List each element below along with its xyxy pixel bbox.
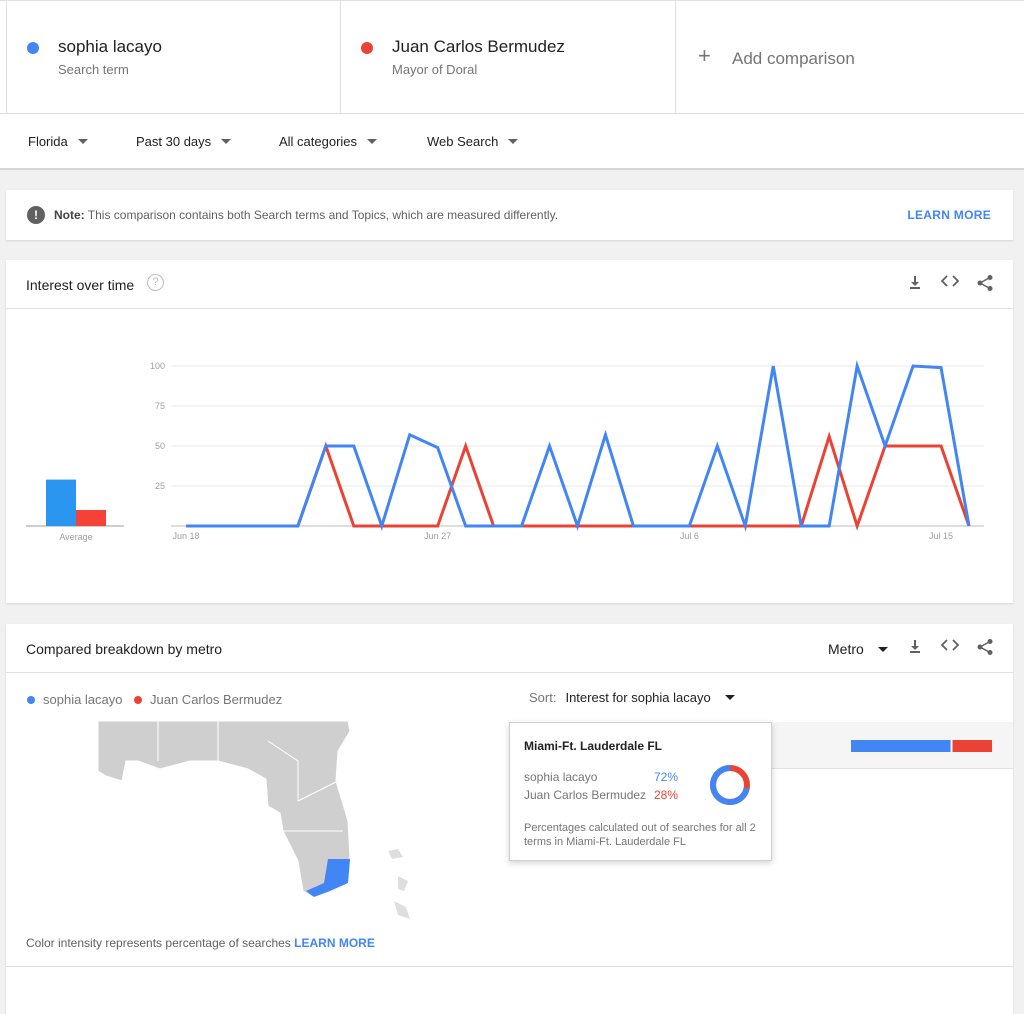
caret-down-icon (221, 139, 232, 144)
caret-down-icon (877, 646, 888, 652)
region-filter-label: Florida (28, 134, 68, 149)
add-comparison-button[interactable]: + Add comparison (676, 1, 1024, 113)
florida-map[interactable] (98, 721, 428, 921)
metro-dropdown[interactable]: Metro (828, 641, 888, 657)
sort-dropdown[interactable]: Sort: Interest for sophia lacayo (529, 690, 735, 705)
bahamas-islands (388, 849, 410, 919)
category-filter[interactable]: All categories (279, 134, 378, 149)
average-bars: Average (26, 479, 124, 542)
legend-item-term-1: sophia lacayo (27, 692, 123, 707)
comparison-note-card: ! Note: This comparison contains both Se… (6, 190, 1013, 240)
tooltip-term-1-pct: 72% (654, 770, 679, 784)
share-icon[interactable] (975, 274, 995, 294)
y-tick-label: 50 (155, 441, 165, 451)
y-tick-label: 100 (150, 361, 165, 371)
divider (6, 966, 1013, 967)
metro-tooltip: Miami-Ft. Lauderdale FL sophia lacayo 72… (509, 722, 772, 861)
tooltip-title: Miami-Ft. Lauderdale FL (524, 739, 663, 753)
term-card-2[interactable]: Juan Carlos Bermudez Mayor of Doral (341, 1, 676, 113)
map-note-text: Color intensity represents percentage of… (26, 936, 295, 950)
term-1-name[interactable]: sophia lacayo (58, 37, 162, 57)
embed-icon[interactable] (940, 638, 960, 658)
sort-value: Interest for sophia lacayo (565, 690, 711, 705)
download-icon[interactable] (905, 274, 925, 294)
x-tick-label: Jun 18 (172, 531, 199, 541)
legend-dot (134, 695, 142, 704)
tooltip-term-2-pct: 28% (654, 788, 679, 802)
interest-over-time-card: Interest over time ? Average 25 50 75 100 J… (6, 260, 1013, 603)
caret-down-icon (367, 139, 378, 144)
florida-land (98, 721, 351, 898)
exclamation-icon: ! (27, 206, 45, 224)
caret-down-icon (77, 139, 88, 144)
time-range-filter[interactable]: Past 30 days (136, 134, 232, 149)
legend-item-term-2: Juan Carlos Bermudez (134, 692, 282, 707)
plus-icon: + (698, 43, 711, 68)
term-2-type: Mayor of Doral (392, 62, 478, 77)
sort-label: Sort: (529, 690, 557, 705)
interest-over-time-chart: Average 25 50 75 100 Jun 18 Jun 27 Jul 6 Jul 1… (26, 360, 984, 542)
question-icon[interactable]: ? (147, 274, 164, 291)
interest-over-time-header: Interest over time ? (6, 260, 1013, 309)
tooltip-footer: Percentages calculated out of searches f… (524, 822, 756, 848)
x-tick-label: Jul 6 (680, 531, 699, 541)
map-learn-more-link[interactable]: LEARN MORE (294, 936, 375, 950)
metro-dropdown-label: Metro (828, 641, 864, 657)
y-tick-label: 25 (155, 481, 165, 491)
x-tick-label: Jun 27 (424, 531, 451, 541)
x-tick-label: Jul 15 (929, 531, 953, 541)
x-axis-ticks: Jun 18 Jun 27 Jul 6 Jul 15 (172, 531, 953, 541)
tooltip-term-2: Juan Carlos Bermudez (524, 788, 647, 802)
metro-breakdown-header: Compared breakdown by metro Metro (6, 624, 1013, 673)
tooltip-term-1: sophia lacayo (524, 770, 598, 784)
metro-row-highlight[interactable] (772, 722, 1013, 769)
embed-icon[interactable] (940, 274, 960, 294)
chart-gridlines: 25 50 75 100 (150, 361, 984, 527)
category-filter-label: All categories (279, 134, 358, 149)
term-1-color-dot (27, 42, 39, 54)
donut-chart (710, 765, 750, 805)
term-1-type: Search term (58, 62, 129, 77)
note-body: This comparison contains both Search ter… (84, 208, 559, 222)
average-bar-sophia-lacayo[interactable] (46, 479, 76, 526)
download-icon[interactable] (905, 638, 925, 658)
legend-dot (27, 695, 35, 704)
average-label: Average (59, 532, 92, 542)
add-comparison-label: Add comparison (732, 49, 855, 68)
map-note: Color intensity represents percentage of… (26, 936, 375, 950)
learn-more-link[interactable]: LEARN MORE (907, 208, 991, 222)
legend-label: Juan Carlos Bermudez (150, 692, 283, 707)
comparison-terms-bar: sophia lacayo Search term Juan Carlos Be… (0, 0, 1024, 113)
term-2-color-dot (361, 42, 373, 54)
term-2-name[interactable]: Juan Carlos Bermudez (392, 37, 565, 57)
metro-split-bar (851, 740, 992, 752)
region-filter[interactable]: Florida (28, 134, 88, 149)
term-card-1[interactable]: sophia lacayo Search term (6, 1, 341, 113)
filter-bar: Florida Past 30 days All categories Web … (0, 113, 1024, 170)
legend-label: sophia lacayo (43, 692, 123, 707)
time-range-filter-label: Past 30 days (136, 134, 212, 149)
caret-down-icon (508, 139, 519, 144)
average-bar-juan-carlos-bermudez[interactable] (76, 510, 106, 526)
search-type-filter-label: Web Search (427, 134, 499, 149)
interest-over-time-title: Interest over time (26, 277, 135, 293)
share-icon[interactable] (975, 638, 995, 658)
note-bold-label: Note: (54, 208, 85, 222)
y-tick-label: 75 (155, 401, 165, 411)
caret-down-icon (724, 695, 735, 700)
metro-breakdown-title: Compared breakdown by metro (26, 641, 223, 657)
split-bar-red (952, 740, 992, 752)
metro-breakdown-card: Compared breakdown by metro Metro sophia… (6, 624, 1013, 1014)
search-type-filter[interactable]: Web Search (427, 134, 519, 149)
note-text: Note: This comparison contains both Sear… (54, 208, 558, 222)
split-bar-blue (851, 740, 951, 752)
